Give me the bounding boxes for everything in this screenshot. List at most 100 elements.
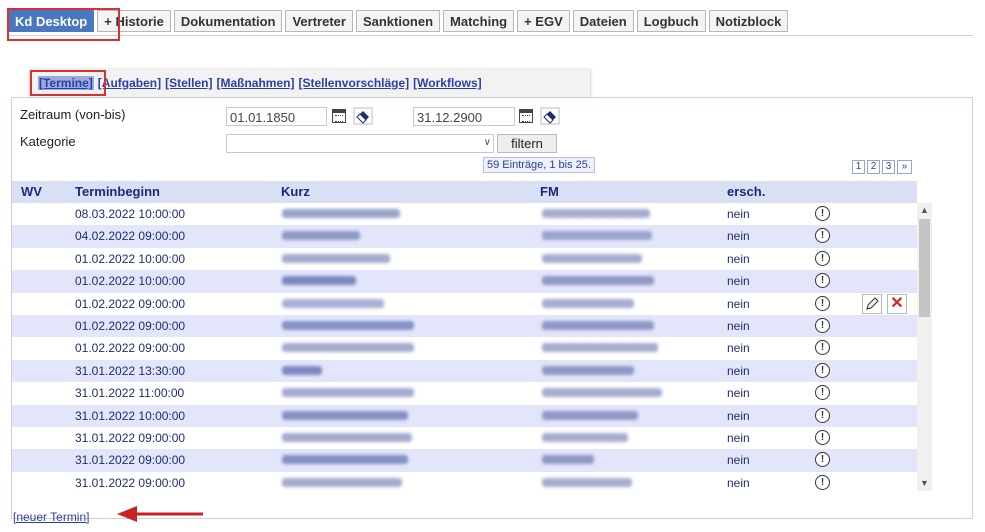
ersch-cell: nein xyxy=(727,296,750,311)
info-icon[interactable]: ! xyxy=(815,474,830,490)
table-row[interactable]: 31.01.2022 10:00:00 nein ! xyxy=(12,404,917,427)
col-kurz[interactable]: Kurz xyxy=(281,181,310,203)
calendar-to-icon[interactable] xyxy=(519,109,533,123)
ersch-cell: nein xyxy=(727,318,750,333)
fm-redacted xyxy=(542,410,638,420)
subtab-stellen[interactable]: [Stellen] xyxy=(165,76,212,90)
kategorie-select[interactable]: ∨ xyxy=(226,134,494,153)
scroll-down-icon[interactable]: ▼ xyxy=(917,476,932,491)
calendar-from-icon[interactable] xyxy=(332,109,346,123)
tab-historie[interactable]: + Historie xyxy=(97,10,171,32)
kurz-redacted xyxy=(282,209,400,218)
ersch-cell: nein xyxy=(727,341,750,356)
info-icon[interactable]: ! xyxy=(815,407,830,423)
kurz-redacted xyxy=(282,477,402,487)
edit-pencil-icon[interactable] xyxy=(862,293,882,314)
info-icon[interactable]: ! xyxy=(815,385,830,401)
ersch-cell: nein xyxy=(727,251,750,266)
table-row[interactable]: 31.01.2022 09:00:00 nein ! xyxy=(12,449,917,472)
page-3-button[interactable]: 3 xyxy=(882,160,895,174)
col-terminbeginn[interactable]: Terminbeginn xyxy=(75,181,160,203)
chevron-down-icon: ∨ xyxy=(483,137,491,148)
col-ersch[interactable]: ersch. xyxy=(727,181,765,203)
table-scrollbar[interactable]: ▲ ▼ xyxy=(917,203,932,491)
info-icon[interactable]: ! xyxy=(815,362,830,378)
info-icon[interactable]: ! xyxy=(815,295,830,311)
scrollbar-thumb[interactable] xyxy=(919,219,930,317)
ersch-cell: nein xyxy=(727,363,750,378)
ersch-cell: nein xyxy=(727,430,750,445)
table-row[interactable]: 01.02.2022 10:00:00 nein ! xyxy=(12,270,917,293)
page-1-button[interactable]: 1 xyxy=(852,160,865,174)
terminbeginn-cell: 31.01.2022 09:00:00 xyxy=(75,453,186,468)
info-icon[interactable]: ! xyxy=(815,429,830,445)
table-row[interactable]: 01.02.2022 09:00:00 nein ! xyxy=(12,337,917,359)
terminbeginn-cell: 01.02.2022 10:00:00 xyxy=(75,274,186,289)
tab-kd-desktop[interactable]: Kd Desktop xyxy=(8,10,95,32)
info-icon[interactable]: ! xyxy=(815,250,830,266)
ersch-cell: nein xyxy=(727,229,750,244)
next-pages-button[interactable]: » xyxy=(897,160,912,174)
info-icon[interactable]: ! xyxy=(815,452,830,468)
info-icon[interactable]: ! xyxy=(815,273,830,289)
fm-redacted xyxy=(542,388,662,398)
ersch-cell: nein xyxy=(727,386,750,401)
info-icon[interactable]: ! xyxy=(815,340,830,356)
kurz-redacted xyxy=(282,298,384,308)
tab-matching[interactable]: Matching xyxy=(443,10,515,32)
tab-bar-divider xyxy=(8,35,973,36)
table-row[interactable]: 31.01.2022 13:30:00 nein ! xyxy=(12,359,917,383)
table-row[interactable]: 01.02.2022 09:00:00 nein ! xyxy=(12,314,917,338)
info-icon[interactable]: ! xyxy=(815,206,830,221)
terminbeginn-cell: 01.02.2022 10:00:00 xyxy=(75,251,186,266)
date-to-input[interactable]: 31.12.2900 xyxy=(413,107,515,126)
tab-dateien[interactable]: Dateien xyxy=(572,10,634,32)
table-row[interactable]: 31.01.2022 09:00:00 nein ! xyxy=(12,472,917,491)
col-wv[interactable]: WV xyxy=(21,181,42,203)
table-row[interactable]: 31.01.2022 11:00:00 nein ! xyxy=(12,382,917,404)
kurz-redacted xyxy=(282,253,390,263)
table-row[interactable]: 08.03.2022 10:00:00 nein ! xyxy=(12,203,917,225)
info-icon[interactable]: ! xyxy=(815,317,830,333)
table-header: WV Terminbeginn Kurz FM ersch. xyxy=(12,181,917,203)
subtab-stellenvorschlaege[interactable]: [Stellenvorschläge] xyxy=(298,76,409,90)
termine-panel: Zeitraum (von-bis) 01.01.1850 31.12.2900… xyxy=(11,97,973,524)
subtab-termine[interactable]: [Termine] xyxy=(38,76,94,90)
subtab-workflows[interactable]: [Workflows] xyxy=(413,76,481,90)
table-row[interactable]: 04.02.2022 09:00:00 nein ! xyxy=(12,225,917,248)
kurz-redacted xyxy=(282,365,322,375)
terminbeginn-cell: 01.02.2022 09:00:00 xyxy=(75,296,186,311)
terminbeginn-cell: 31.01.2022 13:30:00 xyxy=(75,363,186,378)
col-fm[interactable]: FM xyxy=(540,181,559,203)
table-row[interactable]: 01.02.2022 09:00:00 nein ! ✕ xyxy=(12,293,917,315)
date-from-input[interactable]: 01.01.1850 xyxy=(226,107,327,126)
tab-vertreter[interactable]: Vertreter xyxy=(285,10,353,32)
delete-icon[interactable]: ✕ xyxy=(887,293,907,314)
zeitraum-label: Zeitraum (von-bis) xyxy=(20,107,126,122)
table-row[interactable]: 01.02.2022 10:00:00 nein ! xyxy=(12,248,917,270)
clear-to-icon[interactable] xyxy=(540,107,560,125)
scroll-up-icon[interactable]: ▲ xyxy=(917,203,932,218)
tab-dokumentation[interactable]: Dokumentation xyxy=(173,10,283,32)
info-icon[interactable]: ! xyxy=(815,228,830,244)
filter-button[interactable]: filtern xyxy=(497,134,557,153)
fm-redacted xyxy=(542,343,658,353)
tab-sanktionen[interactable]: Sanktionen xyxy=(355,10,441,32)
ersch-cell: nein xyxy=(727,453,750,468)
fm-redacted xyxy=(542,298,634,308)
tab-notizblock[interactable]: Notizblock xyxy=(708,10,789,32)
fm-redacted xyxy=(542,432,628,442)
fm-redacted xyxy=(542,253,642,263)
new-termin-link[interactable]: [neuer Termin] xyxy=(13,510,89,524)
page-2-button[interactable]: 2 xyxy=(867,160,880,174)
terminbeginn-cell: 08.03.2022 10:00:00 xyxy=(75,207,186,221)
subtab-aufgaben[interactable]: [Aufgaben] xyxy=(98,76,161,90)
subtab-massnahmen[interactable]: [Maßnahmen] xyxy=(216,76,294,90)
tab-egv[interactable]: + EGV xyxy=(517,10,570,32)
tab-logbuch[interactable]: Logbuch xyxy=(636,10,706,32)
table-row[interactable]: 31.01.2022 09:00:00 nein ! xyxy=(12,427,917,449)
terminbeginn-cell: 31.01.2022 09:00:00 xyxy=(75,430,186,445)
kategorie-label: Kategorie xyxy=(20,134,76,149)
clear-from-icon[interactable] xyxy=(353,107,373,125)
table-body: 08.03.2022 10:00:00 nein ! 04.02.2022 09… xyxy=(12,203,917,491)
